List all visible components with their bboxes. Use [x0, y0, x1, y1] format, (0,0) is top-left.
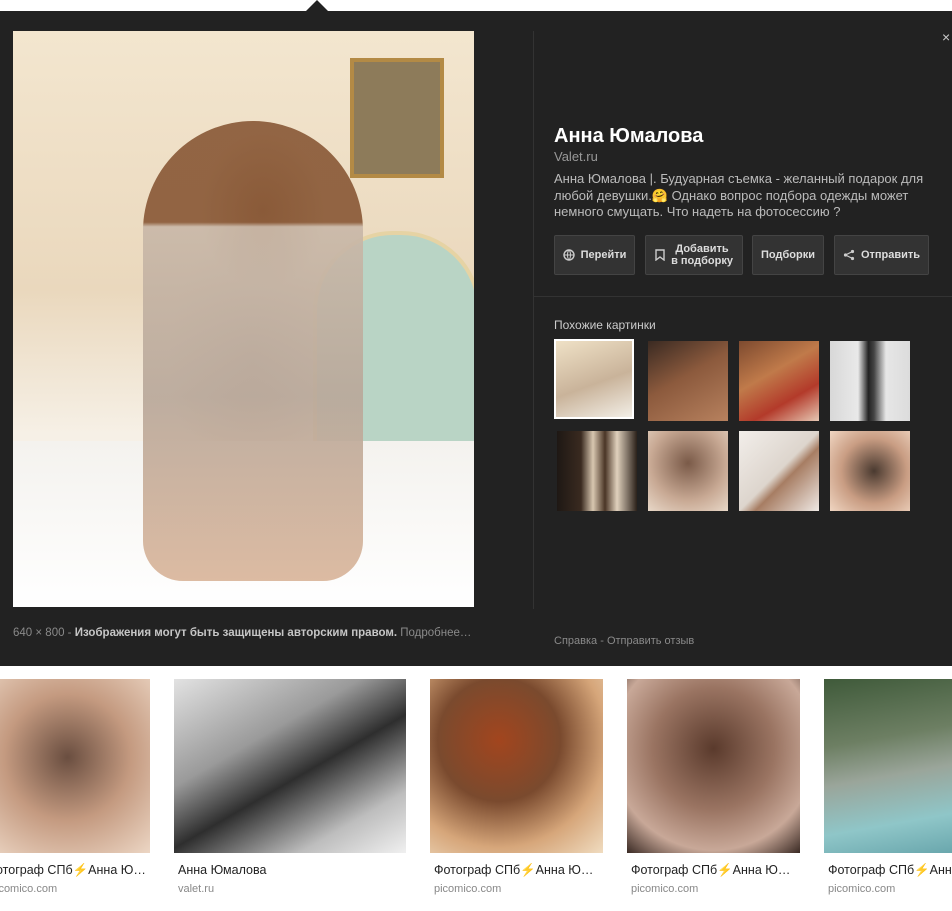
divider-vertical [533, 31, 534, 609]
result-site[interactable]: picomico.com [434, 883, 501, 895]
feedback-link[interactable]: Отправить отзыв [607, 635, 694, 647]
add-to-collection-button[interactable]: Добавить в подборку [645, 235, 743, 275]
image-meta: 640 × 800 - Изображения могут быть защищ… [13, 627, 471, 639]
similar-image-4[interactable] [830, 341, 910, 421]
visit-button-label: Перейти [580, 249, 627, 261]
result-title[interactable]: Фотограф СПб⚡️Анна [828, 863, 952, 878]
similar-image-3[interactable] [739, 341, 819, 421]
similar-image-7[interactable] [739, 431, 819, 511]
visit-button[interactable]: Перейти [554, 235, 635, 275]
result-site[interactable]: valet.ru [178, 883, 214, 895]
result-site[interactable]: picomico.com [828, 883, 895, 895]
result-image[interactable] [0, 679, 150, 853]
model-figure [143, 121, 363, 581]
similar-image-2[interactable] [648, 341, 728, 421]
divider-horizontal [534, 296, 952, 297]
similar-image-8[interactable] [830, 431, 910, 511]
image-description: Анна Юмалова |. Будуарная съемка - желан… [554, 171, 924, 219]
close-icon[interactable]: × [942, 29, 952, 45]
copyright-notice: Изображения могут быть защищены авторски… [74, 627, 398, 639]
result-image[interactable] [174, 679, 406, 853]
share-button-label: Отправить [860, 249, 921, 261]
add-to-collection-label: Добавить в подборку [671, 243, 733, 267]
share-icon [843, 249, 855, 261]
result-image[interactable] [627, 679, 800, 853]
source-domain[interactable]: Valet.ru [554, 149, 598, 164]
share-button[interactable]: Отправить [834, 235, 929, 275]
main-image[interactable] [13, 31, 474, 607]
help-separator: - [597, 635, 607, 647]
result-site[interactable]: icomico.com [0, 883, 57, 895]
collections-button-label: Подборки [761, 249, 815, 261]
similar-images-heading: Похожие картинки [554, 318, 656, 332]
result-title[interactable]: Фотограф СПб⚡️Анна Ю… [434, 863, 604, 878]
similar-image-6[interactable] [648, 431, 728, 511]
wall-painting [350, 58, 444, 178]
help-link[interactable]: Справка [554, 635, 597, 647]
image-title[interactable]: Анна Юмалова [554, 125, 703, 148]
collections-button[interactable]: Подборки [752, 235, 824, 275]
image-preview-panel: × Анна Юмалова Valet.ru Анна Юмалова |. … [0, 11, 952, 666]
result-title[interactable]: отограф СПб⚡️Анна Ю… [0, 863, 146, 878]
help-links: Справка - Отправить отзыв [554, 635, 694, 647]
result-image[interactable] [430, 679, 603, 853]
learn-more-link[interactable]: Подробнее… [400, 627, 471, 639]
result-image[interactable] [824, 679, 952, 853]
image-dimensions: 640 × 800 [13, 627, 65, 639]
globe-icon [562, 249, 575, 261]
result-title[interactable]: Фотограф СПб⚡️Анна Ю… [631, 863, 801, 878]
result-site[interactable]: picomico.com [631, 883, 698, 895]
bookmark-icon [655, 249, 665, 261]
meta-separator: - [64, 627, 75, 639]
panel-pointer [306, 0, 328, 11]
similar-image-1[interactable] [554, 339, 634, 419]
similar-image-5[interactable] [557, 431, 637, 511]
result-title[interactable]: Анна Юмалова [178, 863, 348, 877]
